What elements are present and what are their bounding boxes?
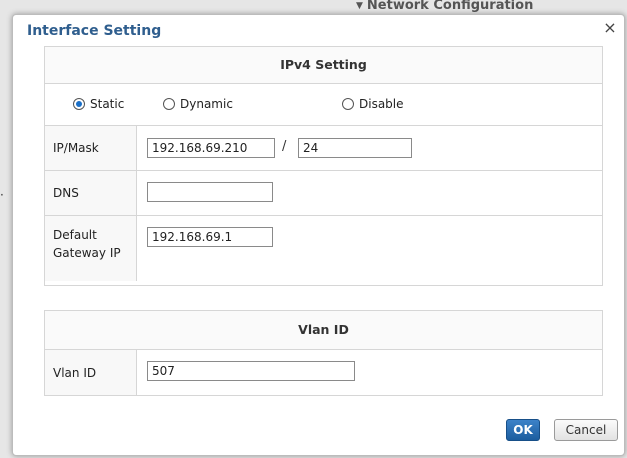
ip-address-input[interactable] xyxy=(147,138,275,158)
radio-static-indicator[interactable] xyxy=(73,98,85,110)
radio-disable-indicator[interactable] xyxy=(342,98,354,110)
radio-static[interactable]: Static xyxy=(73,96,124,112)
ok-button[interactable]: OK xyxy=(506,419,540,441)
mask-input[interactable] xyxy=(298,138,412,158)
vlan-id-input[interactable] xyxy=(147,361,355,381)
vlan-section-header: Vlan ID xyxy=(45,311,602,350)
background-nav-item: ▼ Network Configuration xyxy=(356,0,534,12)
ip-mask-label: IP/Mask xyxy=(45,126,137,170)
vlan-row: Vlan ID xyxy=(45,350,602,395)
radio-disable[interactable]: Disable xyxy=(342,96,404,112)
background-edge-text: · xyxy=(0,188,4,202)
dns-label: DNS xyxy=(45,171,137,215)
gateway-label: Default Gateway IP xyxy=(45,216,137,281)
ipv4-section-header: IPv4 Setting xyxy=(45,47,602,84)
ip-mask-row: IP/Mask / xyxy=(45,126,602,171)
radio-dynamic[interactable]: Dynamic xyxy=(163,96,233,112)
ipv4-mode-row: Static Dynamic Disable xyxy=(45,84,602,126)
radio-static-label: Static xyxy=(90,97,125,111)
vlan-label: Vlan ID xyxy=(45,350,137,395)
ipv4-setting-section: IPv4 Setting Static Dynamic Disable IP/M… xyxy=(44,46,603,286)
dns-row: DNS xyxy=(45,171,602,216)
radio-disable-label: Disable xyxy=(359,97,404,111)
triangle-down-icon: ▼ xyxy=(356,1,363,11)
cancel-button[interactable]: Cancel xyxy=(554,419,618,441)
close-icon[interactable]: × xyxy=(602,20,618,36)
dialog-title: Interface Setting xyxy=(27,23,162,39)
dns-input[interactable] xyxy=(147,182,273,202)
interface-setting-dialog: Interface Setting × IPv4 Setting Static … xyxy=(12,14,625,456)
radio-dynamic-indicator[interactable] xyxy=(163,98,175,110)
gateway-label-line2: Gateway IP xyxy=(53,246,121,260)
mask-separator: / xyxy=(282,139,287,154)
gateway-input[interactable] xyxy=(147,227,273,247)
vlan-section: Vlan ID Vlan ID xyxy=(44,310,603,396)
gateway-row: Default Gateway IP xyxy=(45,216,602,281)
radio-dynamic-label: Dynamic xyxy=(180,97,233,111)
gateway-label-line1: Default xyxy=(53,228,97,242)
